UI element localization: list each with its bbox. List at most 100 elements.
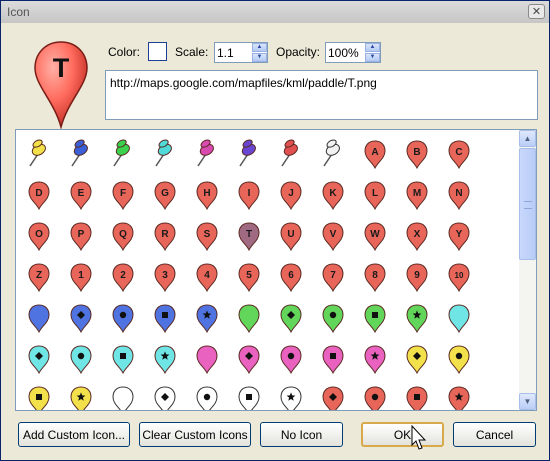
scale-up-arrow-icon[interactable]: ▲ (252, 43, 267, 52)
opacity-input[interactable] (328, 44, 364, 61)
scale-down-arrow-icon[interactable]: ▼ (252, 53, 267, 62)
paddle-icon[interactable] (154, 345, 176, 375)
paddle-icon[interactable]: G (154, 181, 176, 211)
clear-custom-icons-button[interactable]: Clear Custom Icons (139, 422, 251, 447)
paddle-icon[interactable] (280, 304, 302, 334)
scale-input[interactable] (217, 44, 251, 61)
paddle-icon[interactable]: 7 (322, 263, 344, 293)
color-swatch-button[interactable] (148, 42, 167, 61)
paddle-icon[interactable] (70, 345, 92, 375)
opacity-down-arrow-icon[interactable]: ▼ (365, 53, 380, 62)
paddle-label: L (372, 188, 378, 199)
paddle-icon[interactable]: D (28, 181, 50, 211)
paddle-icon[interactable]: 8 (364, 263, 386, 293)
pushpin-icon[interactable] (155, 138, 173, 167)
paddle-icon[interactable]: Z (28, 263, 50, 293)
no-icon-button[interactable]: No Icon (260, 422, 343, 447)
paddle-icon[interactable] (154, 386, 176, 410)
paddle-icon[interactable]: 5 (238, 263, 260, 293)
pushpin-icon[interactable] (71, 138, 89, 167)
scroll-grip-icon (524, 201, 532, 209)
paddle-icon[interactable] (280, 386, 302, 410)
paddle-icon[interactable]: L (364, 181, 386, 211)
cancel-button[interactable]: Cancel (453, 422, 536, 447)
pushpin-icon[interactable] (197, 138, 215, 167)
paddle-icon[interactable] (448, 386, 470, 410)
paddle-icon[interactable]: T (238, 222, 260, 252)
pushpin-icon[interactable] (113, 138, 131, 167)
paddle-icon[interactable] (70, 386, 92, 410)
paddle-icon[interactable]: S (196, 222, 218, 252)
palette-scrollbar[interactable]: ▲ ▼ (519, 130, 536, 410)
paddle-icon[interactable] (406, 304, 428, 334)
paddle-icon[interactable] (238, 345, 260, 375)
paddle-icon[interactable] (196, 304, 218, 334)
paddle-icon[interactable]: 6 (280, 263, 302, 293)
paddle-icon[interactable]: H (196, 181, 218, 211)
scroll-down-arrow-icon[interactable]: ▼ (519, 393, 536, 410)
paddle-icon[interactable]: A (364, 140, 386, 170)
paddle-icon[interactable] (364, 304, 386, 334)
paddle-icon[interactable]: J (280, 181, 302, 211)
paddle-icon[interactable] (238, 386, 260, 410)
paddle-icon[interactable]: Q (112, 222, 134, 252)
paddle-icon[interactable] (70, 304, 92, 334)
paddle-icon[interactable]: N (448, 181, 470, 211)
scroll-thumb[interactable] (519, 148, 536, 260)
pushpin-icon[interactable] (29, 138, 47, 167)
icon-url-field[interactable]: http://maps.google.com/mapfiles/kml/padd… (105, 70, 538, 120)
opacity-up-arrow-icon[interactable]: ▲ (365, 43, 380, 52)
paddle-icon[interactable]: 10 (448, 263, 470, 293)
paddle-icon[interactable] (364, 386, 386, 410)
paddle-icon[interactable]: Y (448, 222, 470, 252)
paddle-icon[interactable]: C (448, 140, 470, 170)
paddle-icon[interactable] (112, 304, 134, 334)
paddle-icon[interactable] (406, 345, 428, 375)
paddle-icon[interactable]: F (112, 181, 134, 211)
paddle-icon[interactable] (112, 386, 134, 410)
title-bar[interactable]: Icon ✕ (1, 1, 549, 23)
paddle-icon[interactable] (364, 345, 386, 375)
paddle-icon[interactable]: 2 (112, 263, 134, 293)
paddle-icon[interactable] (322, 345, 344, 375)
paddle-icon[interactable]: K (322, 181, 344, 211)
paddle-icon[interactable] (28, 345, 50, 375)
paddle-icon[interactable] (154, 304, 176, 334)
paddle-icon[interactable] (322, 304, 344, 334)
paddle-icon[interactable]: B (406, 140, 428, 170)
paddle-icon[interactable]: W (364, 222, 386, 252)
add-custom-icon-button[interactable]: Add Custom Icon... (18, 422, 130, 447)
close-button[interactable]: ✕ (528, 4, 545, 19)
paddle-icon[interactable]: 9 (406, 263, 428, 293)
paddle-icon[interactable] (112, 345, 134, 375)
paddle-icon[interactable]: R (154, 222, 176, 252)
paddle-icon[interactable]: P (70, 222, 92, 252)
paddle-icon[interactable] (448, 304, 470, 334)
paddle-icon[interactable]: 3 (154, 263, 176, 293)
paddle-icon[interactable]: 1 (70, 263, 92, 293)
paddle-icon[interactable] (280, 345, 302, 375)
paddle-icon[interactable]: U (280, 222, 302, 252)
pushpin-icon[interactable] (323, 138, 341, 167)
paddle-icon[interactable] (196, 345, 218, 375)
paddle-icon[interactable] (28, 386, 50, 410)
paddle-icon[interactable] (238, 304, 260, 334)
paddle-icon[interactable]: V (322, 222, 344, 252)
paddle-icon[interactable] (28, 304, 50, 334)
ok-button[interactable]: OK (361, 422, 444, 447)
paddle-icon[interactable] (196, 386, 218, 410)
paddle-icon[interactable] (406, 386, 428, 410)
paddle-label: T (246, 229, 252, 240)
paddle-icon[interactable]: E (70, 181, 92, 211)
pushpin-icon[interactable] (239, 138, 257, 167)
paddle-icon[interactable]: 4 (196, 263, 218, 293)
pushpin-icon[interactable] (281, 138, 299, 167)
paddle-icon[interactable]: I (238, 181, 260, 211)
paddle-icon[interactable]: O (28, 222, 50, 252)
scroll-up-arrow-icon[interactable]: ▲ (519, 130, 536, 147)
paddle-icon[interactable] (322, 386, 344, 410)
paddle-icon[interactable]: X (406, 222, 428, 252)
scale-spinbox: ▲ ▼ (214, 42, 268, 63)
paddle-icon[interactable] (448, 345, 470, 375)
paddle-icon[interactable]: M (406, 181, 428, 211)
